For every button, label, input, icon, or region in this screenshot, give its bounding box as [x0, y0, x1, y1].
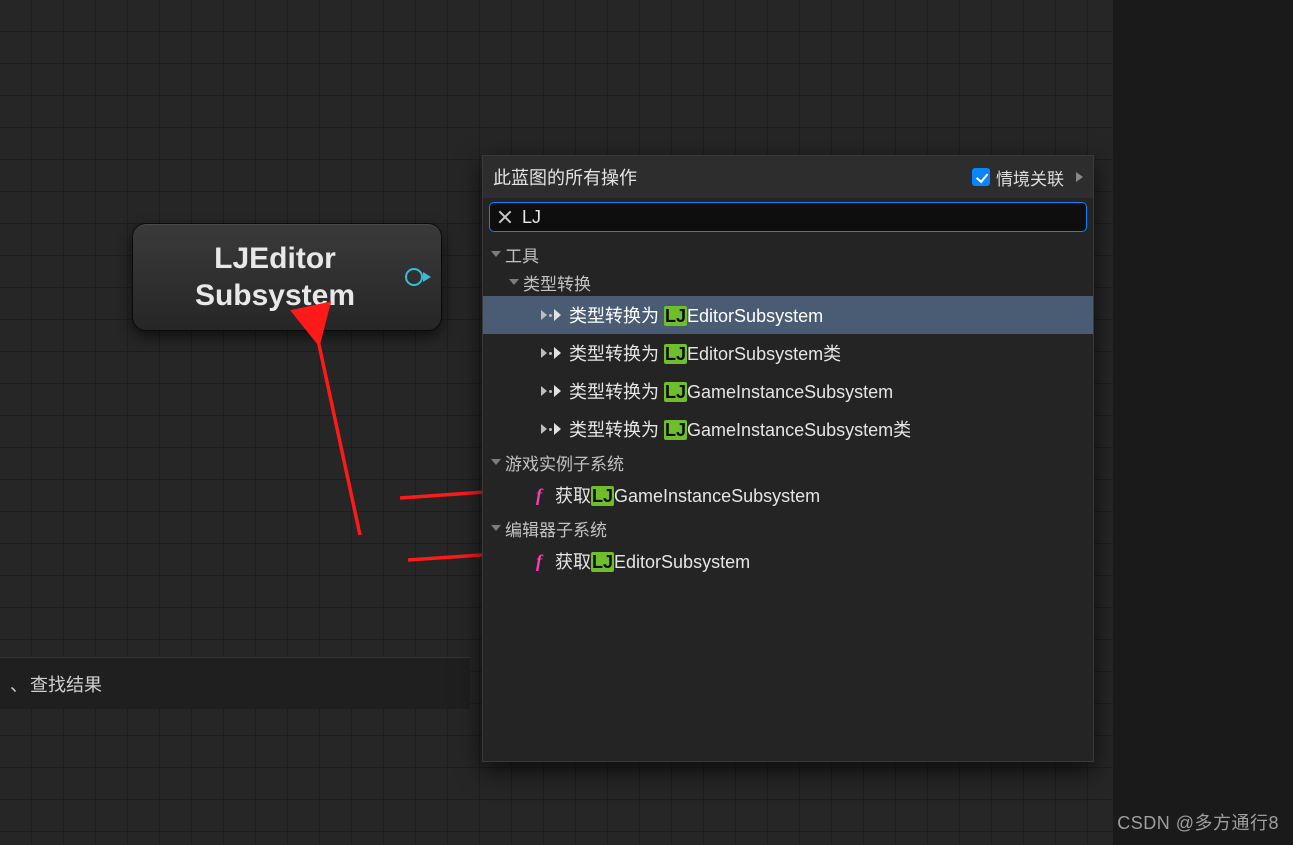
checkbox-icon	[972, 168, 990, 186]
item-cast-ljeditorsubsystem[interactable]: 类型转换为 LJEditorSubsystem	[483, 296, 1093, 334]
node-output-pin[interactable]	[405, 268, 423, 286]
search-input[interactable]	[522, 207, 1080, 228]
item-get-ljeditorsubsystem[interactable]: f 获取LJEditorSubsystem	[483, 542, 1093, 580]
item-label: 类型转换为 LJGameInstanceSubsystem	[569, 378, 893, 404]
right-panel	[1113, 0, 1293, 845]
expand-icon	[491, 459, 501, 465]
item-label: 类型转换为 LJEditorSubsystem类	[569, 340, 841, 366]
node-title-line2: Subsystem	[195, 279, 355, 312]
category-label: 工具	[505, 242, 539, 267]
clear-search-icon[interactable]	[496, 208, 514, 226]
expand-icon	[491, 525, 501, 531]
function-icon: f	[531, 551, 547, 572]
category-editor-subsystem[interactable]: 编辑器子系统	[483, 514, 1093, 542]
blueprint-graph-canvas[interactable]: LJEditor Subsystem 查找结果 此蓝图的所有操作 情境关联	[0, 0, 1113, 845]
category-label: 编辑器子系统	[505, 516, 607, 541]
search-box[interactable]	[489, 202, 1087, 232]
chevron-right-icon	[1076, 172, 1083, 182]
node-title: LJEditor Subsystem	[179, 240, 395, 315]
item-cast-ljgameinstancesubsystem[interactable]: 类型转换为 LJGameInstanceSubsystem	[483, 372, 1093, 410]
context-label: 情境关联	[996, 165, 1064, 190]
expand-icon	[491, 251, 501, 257]
context-sensitive-toggle[interactable]: 情境关联	[972, 165, 1064, 190]
item-get-ljgameinstancesubsystem[interactable]: f 获取LJGameInstanceSubsystem	[483, 476, 1093, 514]
item-cast-ljeditorsubsystem-class[interactable]: 类型转换为 LJEditorSubsystem类	[483, 334, 1093, 372]
popup-header: 此蓝图的所有操作 情境关联	[483, 156, 1093, 198]
cast-icon	[541, 309, 561, 321]
watermark: CSDN @多方通行8	[1117, 809, 1279, 835]
find-results-tab[interactable]: 查找结果	[0, 657, 470, 709]
cast-icon	[541, 347, 561, 359]
cast-icon	[541, 423, 561, 435]
category-label: 类型转换	[523, 270, 591, 295]
node-title-line1: LJEditor	[214, 242, 336, 275]
category-label: 游戏实例子系统	[505, 450, 624, 475]
node-ljeditor-subsystem[interactable]: LJEditor Subsystem	[132, 223, 442, 331]
action-menu-popup: 此蓝图的所有操作 情境关联 工具 类型转换	[482, 155, 1094, 762]
item-label: 类型转换为 LJEditorSubsystem	[569, 302, 823, 328]
category-game-instance-subsystem[interactable]: 游戏实例子系统	[483, 448, 1093, 476]
item-label: 获取LJGameInstanceSubsystem	[555, 482, 820, 508]
find-results-label: 查找结果	[30, 671, 102, 697]
expand-icon	[509, 279, 519, 285]
item-cast-ljgameinstancesubsystem-class[interactable]: 类型转换为 LJGameInstanceSubsystem类	[483, 410, 1093, 448]
category-tools[interactable]: 工具	[483, 240, 1093, 268]
popup-title: 此蓝图的所有操作	[493, 164, 964, 190]
cast-icon	[541, 385, 561, 397]
item-label: 获取LJEditorSubsystem	[555, 548, 750, 574]
item-label: 类型转换为 LJGameInstanceSubsystem类	[569, 416, 911, 442]
function-icon: f	[531, 485, 547, 506]
category-cast[interactable]: 类型转换	[483, 268, 1093, 296]
action-tree[interactable]: 工具 类型转换 类型转换为 LJEditorSubsystem 类型转换为 LJ…	[483, 236, 1093, 761]
